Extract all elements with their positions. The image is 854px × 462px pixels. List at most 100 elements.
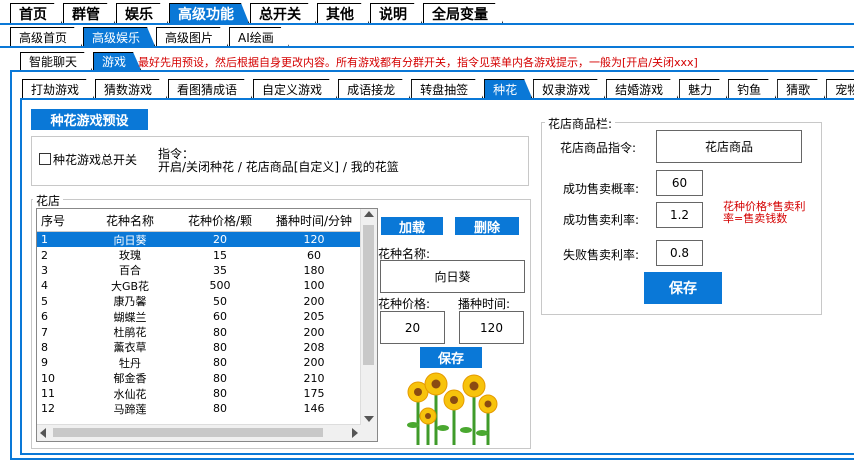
cell: 薰衣草 [113, 341, 147, 355]
cell: 208 [303, 340, 325, 354]
header-index[interactable]: 序号 [37, 212, 89, 229]
table-row[interactable]: 10 郁金香 80 210 [37, 371, 377, 386]
scroll-thumb[interactable] [53, 428, 323, 437]
table-row[interactable]: 12 马蹄莲 80 146 [37, 401, 377, 416]
tab-entertainment[interactable]: 娱乐 [116, 3, 168, 23]
scroll-right-icon[interactable] [352, 428, 358, 438]
vertical-scrollbar[interactable] [360, 209, 377, 425]
cell: 210 [303, 371, 325, 385]
divider [0, 23, 854, 25]
scroll-up-icon[interactable] [364, 211, 374, 217]
tab-group-manage[interactable]: 群管 [63, 3, 115, 23]
divider [0, 46, 854, 48]
table-row[interactable]: 1 向日葵 20 120 [37, 232, 377, 248]
list-header: 序号 花种名称 花种价格/颗 播种时间/分钟 [37, 209, 377, 232]
cell: 80 [213, 340, 227, 354]
cell: 1 [41, 233, 48, 247]
seed-price-label: 花种价格: [378, 297, 431, 311]
tab-smart-chat[interactable]: 智能聊天 [20, 52, 92, 70]
success-prob-field[interactable]: 60 [656, 170, 703, 196]
cell: 大GB花 [110, 279, 150, 293]
delete-button[interactable]: 删除 [455, 217, 519, 236]
save-store-button[interactable]: 保存 [644, 272, 722, 304]
store-cmd-label: 花店商品指令: [560, 141, 637, 155]
cell: 35 [213, 263, 227, 277]
tab-ai-drawing[interactable]: AI绘画 [229, 27, 289, 46]
master-switch-label: 种花游戏总开关 [53, 153, 138, 167]
success-prob-label: 成功售卖概率: [563, 182, 640, 196]
cell: 12 [41, 402, 55, 416]
scroll-thumb[interactable] [363, 225, 374, 365]
notice-text: 最好先用预设，然后根据自身更改内容。所有游戏都有分群开关，指令见菜单内各游戏提示… [138, 56, 698, 69]
cell: 180 [303, 263, 325, 277]
cell: 200 [303, 325, 325, 339]
cell: 80 [213, 402, 227, 416]
cell: 马蹄莲 [113, 403, 147, 416]
sow-time-field[interactable]: 120 [459, 311, 524, 344]
save-seed-button[interactable]: 保存 [420, 347, 482, 368]
cell: 120 [303, 233, 325, 247]
cell: 80 [213, 325, 227, 339]
seed-name-field[interactable]: 向日葵 [380, 260, 525, 293]
tab-advanced-images[interactable]: 高级图片 [156, 27, 228, 46]
cell: 牡丹 [119, 356, 141, 370]
scroll-corner [361, 425, 377, 441]
tab-home[interactable]: 首页 [10, 3, 62, 23]
cell: 7 [41, 325, 48, 339]
tab-advanced[interactable]: 高级功能 [169, 3, 249, 23]
header-name[interactable]: 花种名称 [89, 212, 171, 229]
cell: 百合 [119, 264, 141, 278]
cell: 20 [213, 233, 227, 247]
load-button[interactable]: 加载 [381, 217, 443, 236]
tab-advanced-entertainment[interactable]: 高级娱乐 [83, 27, 155, 46]
table-row[interactable]: 4 大GB花 500 100 [37, 278, 377, 293]
tab-help[interactable]: 说明 [370, 3, 422, 23]
cell: 80 [213, 356, 227, 370]
horizontal-scrollbar[interactable] [37, 424, 361, 441]
store-group-label: 花店商品栏: [545, 115, 616, 132]
seed-list[interactable]: 序号 花种名称 花种价格/颗 播种时间/分钟 1 向日葵 20 120 2 玫瑰 15 60… [36, 208, 378, 442]
table-row[interactable]: 9 牡丹 80 200 [37, 355, 377, 370]
cell: 146 [303, 402, 325, 416]
cell: 200 [303, 356, 325, 370]
cell: 60 [307, 248, 321, 262]
tab-games[interactable]: 游戏 [93, 52, 141, 70]
cell: 3 [41, 263, 48, 277]
header-time[interactable]: 播种时间/分钟 [269, 212, 359, 229]
cell: 50 [213, 294, 227, 308]
table-row[interactable]: 2 玫瑰 15 60 [37, 247, 377, 263]
tab-other[interactable]: 其他 [317, 3, 369, 23]
table-row[interactable]: 5 康乃馨 50 200 [37, 294, 377, 309]
cell: 玫瑰 [119, 249, 141, 263]
table-row[interactable]: 7 杜鹃花 80 200 [37, 324, 377, 340]
sub2-tabs: 智能聊天 游戏 [20, 52, 142, 70]
cell: 80 [213, 371, 227, 385]
sow-time-label: 播种时间: [458, 297, 511, 311]
command-text: 开启/关闭种花 / 花店商品[自定义] / 我的花篮 [158, 160, 399, 174]
cell: 500 [209, 279, 231, 293]
cell: 8 [41, 340, 48, 354]
table-row[interactable]: 3 百合 35 180 [37, 263, 377, 278]
table-row[interactable]: 11 水仙花 80 175 [37, 386, 377, 401]
success-rate-field[interactable]: 1.2 [656, 202, 703, 228]
preset-button[interactable]: 种花游戏预设 [31, 109, 148, 130]
master-switch-checkbox[interactable] [39, 153, 51, 165]
tab-master-switch[interactable]: 总开关 [250, 3, 316, 23]
scroll-left-icon[interactable] [40, 428, 46, 438]
seed-price-field[interactable]: 20 [380, 311, 445, 344]
header-price[interactable]: 花种价格/颗 [171, 212, 269, 229]
store-cmd-field[interactable]: 花店商品 [656, 130, 802, 163]
cell: 5 [41, 294, 48, 308]
cell: 9 [41, 356, 48, 370]
scroll-down-icon[interactable] [364, 416, 374, 422]
main-tabs: 首页 群管 娱乐 高级功能 总开关 其他 说明 全局变量 [10, 3, 504, 23]
cell: 杜鹃花 [113, 326, 147, 340]
fail-rate-field[interactable]: 0.8 [656, 240, 703, 266]
cell: 向日葵 [113, 233, 147, 247]
table-row[interactable]: 6 蝴蝶兰 60 205 [37, 309, 377, 324]
tab-advanced-home[interactable]: 高级首页 [10, 27, 82, 46]
table-row[interactable]: 8 薰衣草 80 208 [37, 340, 377, 355]
cell: 蝴蝶兰 [113, 310, 147, 324]
tab-global-vars[interactable]: 全局变量 [423, 3, 503, 23]
shop-group-label: 花店 [33, 192, 64, 209]
